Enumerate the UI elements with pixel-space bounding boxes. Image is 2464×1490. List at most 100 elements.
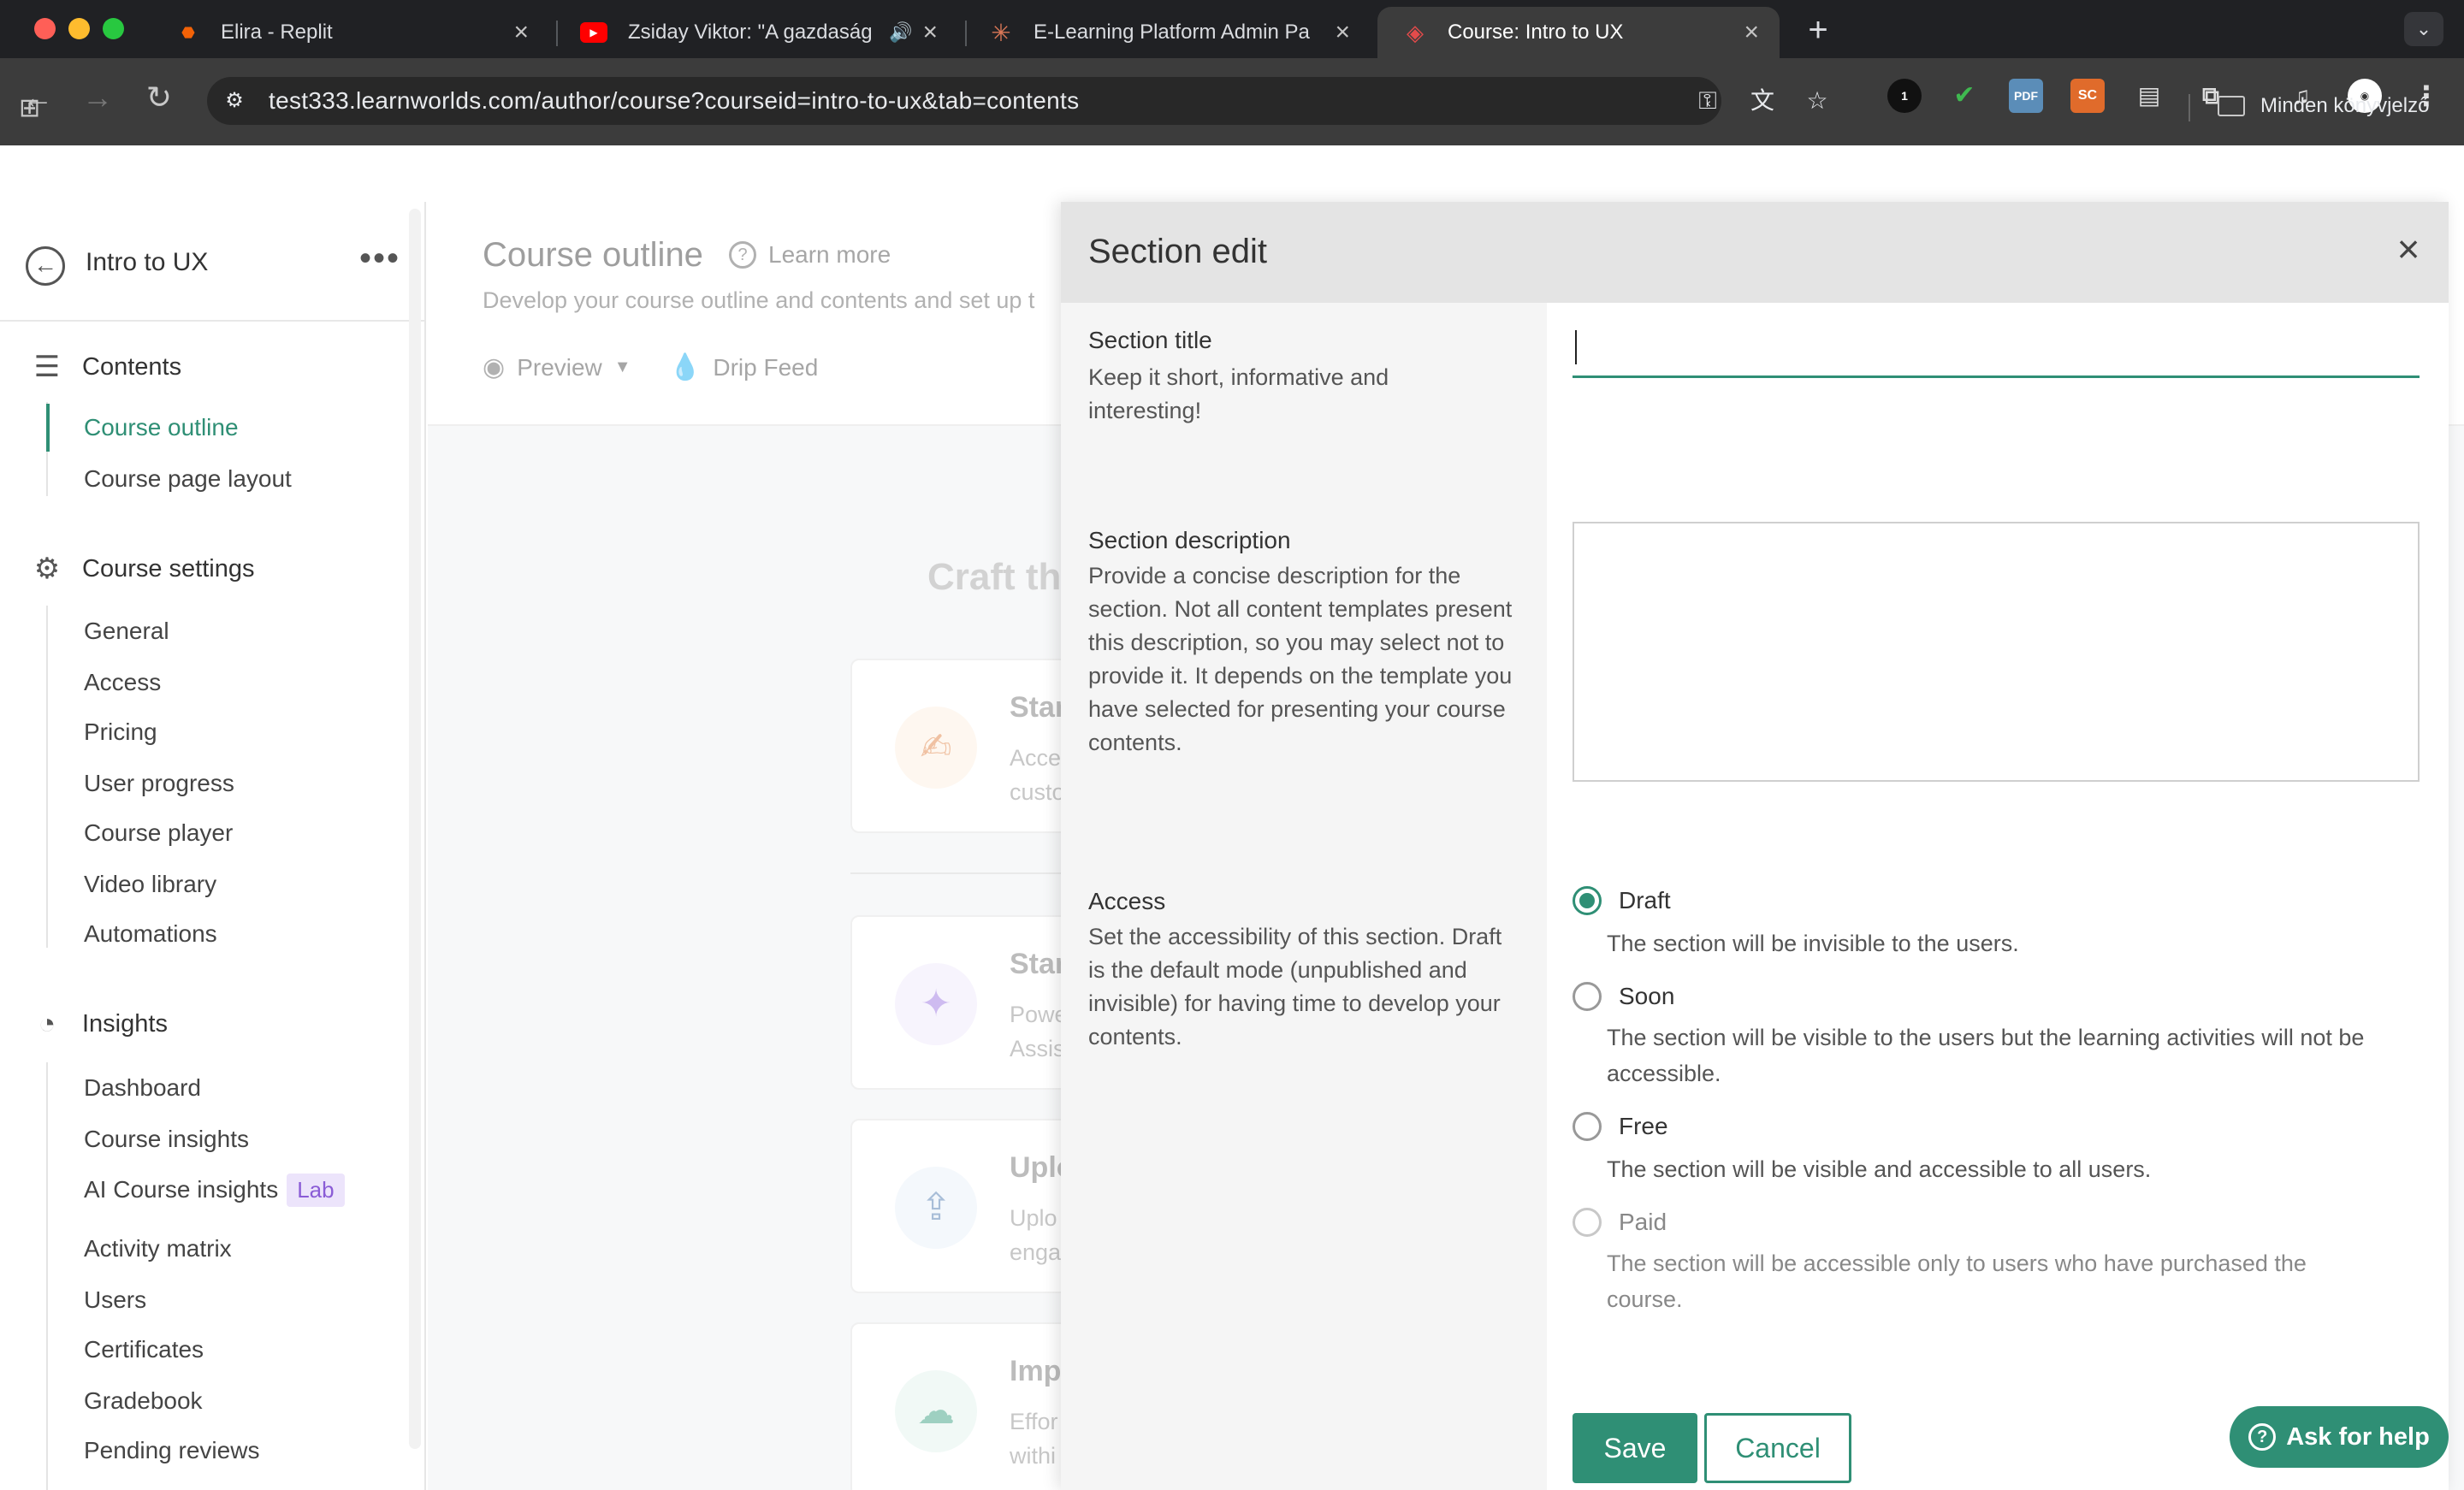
new-tab-button[interactable]: + — [1797, 10, 1839, 53]
save-button[interactable]: Save — [1573, 1413, 1697, 1483]
sidebar-item-label: AI Course insights — [84, 1176, 279, 1203]
radio-unchecked-icon[interactable] — [1573, 982, 1602, 1011]
access-option-paid[interactable]: Paid — [1573, 1208, 1667, 1237]
browser-toolbar: ← → ↻ ⚙ test333.learnworlds.com/author/c… — [0, 58, 2464, 145]
section-title-help: Keep it short, informative and interesti… — [1088, 364, 1389, 423]
audio-playing-icon[interactable]: 🔊 — [889, 21, 912, 44]
tab-title: Course: Intro to UX — [1448, 21, 1624, 44]
learnworlds-app: ← Intro to UX ••• ☰ Contents Course outl… — [0, 202, 2464, 1490]
sidebar-item-dashboard[interactable]: Dashboard — [84, 1074, 201, 1102]
address-bar[interactable]: ⚙ test333.learnworlds.com/author/course?… — [207, 77, 1828, 125]
sidebar-group-insights[interactable]: ◔ Insights — [29, 1002, 168, 1045]
tab-close-icon[interactable]: × — [1744, 18, 1759, 47]
panel-header: Section edit × — [1061, 202, 2449, 303]
radio-label: Free — [1619, 1113, 1668, 1139]
section-description-help: Provide a concise description for the se… — [1088, 563, 1513, 755]
tab-close-icon[interactable]: × — [513, 18, 529, 47]
password-key-icon[interactable]: ⚿ — [1692, 86, 1723, 116]
replit-favicon-icon: ⬣ — [181, 23, 195, 41]
sidebar-item-course-player[interactable]: Course player — [84, 819, 233, 847]
more-options-icon[interactable]: ••• — [359, 239, 400, 278]
browser-tab-active[interactable]: ◈ Course: Intro to UX × — [1377, 7, 1780, 58]
contents-list-icon: ☰ — [33, 351, 61, 383]
forward-arrow-icon[interactable]: → — [80, 80, 115, 115]
access-option-free[interactable]: Free — [1573, 1112, 1668, 1141]
browser-tab[interactable]: ⬣ Elira - Replit × — [151, 7, 549, 58]
bookmark-separator — [2189, 94, 2190, 121]
apps-grid-icon[interactable]: ⊞ — [19, 94, 48, 123]
sidebar-item-course-page-layout[interactable]: Course page layout — [84, 465, 292, 493]
sidebar-group-label: Course settings — [82, 554, 255, 582]
sidebar-item-user-progress[interactable]: User progress — [84, 770, 234, 797]
site-settings-icon[interactable]: ⚙ — [219, 86, 250, 116]
access-option-soon[interactable]: Soon — [1573, 982, 1674, 1011]
access-help: Set the accessibility of this section. D… — [1088, 924, 1502, 1050]
pdf-extension-icon[interactable]: PDF — [2009, 79, 2043, 113]
back-circle-icon[interactable]: ← — [26, 246, 65, 286]
radio-label: Paid — [1619, 1209, 1667, 1235]
close-icon[interactable]: × — [2389, 229, 2428, 269]
section-title-input[interactable] — [1573, 327, 2420, 378]
text-caret — [1575, 330, 1577, 364]
window-minimize-button[interactable] — [68, 18, 90, 39]
panel-title: Section edit — [1088, 233, 1268, 270]
section-description-textarea[interactable] — [1573, 522, 2420, 782]
sidebar-item-automations[interactable]: Automations — [84, 920, 217, 948]
sidebar-item-course-outline[interactable]: Course outline — [84, 414, 239, 441]
window-zoom-button[interactable] — [103, 18, 124, 39]
sidebar-group-course-settings[interactable]: ⚙ Course settings — [29, 547, 255, 590]
sidebar-item-pending-reviews[interactable]: Pending reviews — [84, 1437, 259, 1464]
sidebar-item-general[interactable]: General — [84, 618, 169, 645]
sidebar-item-course-insights[interactable]: Course insights — [84, 1126, 249, 1153]
extension-badge-icon[interactable]: 1 — [1887, 79, 1922, 113]
radio-checked-icon[interactable] — [1573, 886, 1602, 915]
sidebar-item-certificates[interactable]: Certificates — [84, 1336, 204, 1363]
reload-icon[interactable]: ↻ — [142, 80, 176, 115]
sidebar-item-video-library[interactable]: Video library — [84, 871, 216, 898]
tab-title: E-Learning Platform Admin Pa — [1034, 21, 1310, 44]
window-close-button[interactable] — [34, 18, 56, 39]
cancel-button[interactable]: Cancel — [1704, 1413, 1851, 1483]
tab-search-button[interactable]: ⌄ — [2404, 12, 2443, 46]
sidebar-item-gradebook[interactable]: Gradebook — [84, 1387, 203, 1415]
sidebar-item-access[interactable]: Access — [84, 669, 161, 696]
tab-close-icon[interactable]: × — [1335, 18, 1350, 47]
browser-tab-bar: ⬣ Elira - Replit × ▶ Zsiday Viktor: "A g… — [0, 0, 2464, 58]
bookmark-star-icon[interactable]: ☆ — [1802, 86, 1833, 116]
browser-tab[interactable]: ✳ E-Learning Platform Admin Pa × — [963, 7, 1371, 58]
tab-title: Elira - Replit — [221, 21, 333, 44]
sidebar-scrollbar[interactable] — [409, 209, 421, 1449]
translate-icon[interactable]: 文 — [1747, 86, 1778, 116]
access-option-draft[interactable]: Draft — [1573, 886, 1671, 915]
sidebar-item-ai-course-insights[interactable]: AI Course insights Lab — [84, 1174, 345, 1207]
url-text[interactable]: test333.learnworlds.com/author/course?co… — [269, 87, 1079, 115]
help-circle-icon: ? — [2248, 1423, 2277, 1451]
section-title-label: Section title — [1088, 327, 1212, 353]
radio-label: Soon — [1619, 983, 1675, 1009]
radio-label: Draft — [1619, 887, 1671, 914]
checkmark-extension-icon[interactable]: ✔ — [1947, 79, 1981, 113]
active-indicator — [46, 404, 50, 452]
sidebar-rail — [46, 1062, 48, 1490]
section-edit-panel: Section edit × Section title Keep it sho… — [1061, 202, 2449, 1490]
access-option-help: The section will be visible and accessib… — [1607, 1156, 2152, 1182]
browser-tab[interactable]: ▶ Zsiday Viktor: "A gazdaság 🔊 × — [554, 7, 958, 58]
youtube-favicon-icon: ▶ — [580, 22, 607, 43]
ask-for-help-button[interactable]: ? Ask for help — [2230, 1406, 2449, 1468]
sidebar-group-label: Contents — [82, 352, 182, 381]
radio-disabled-icon[interactable] — [1573, 1208, 1602, 1237]
all-bookmarks-label: Minden könyvjelző — [2260, 94, 2430, 117]
sidebar-group-contents[interactable]: ☰ Contents — [29, 346, 181, 388]
document-extension-icon[interactable]: ▤ — [2132, 79, 2166, 113]
course-sidebar: ← Intro to UX ••• ☰ Contents Course outl… — [0, 202, 426, 1490]
sidebar-item-pricing[interactable]: Pricing — [84, 718, 157, 746]
pie-chart-icon: ◔ — [38, 1007, 56, 1040]
sidebar-item-activity-matrix[interactable]: Activity matrix — [84, 1235, 232, 1262]
radio-unchecked-icon[interactable] — [1573, 1112, 1602, 1141]
tab-title: Zsiday Viktor: "A gazdaság — [628, 21, 873, 44]
sc-extension-icon[interactable]: SC — [2070, 79, 2105, 113]
all-bookmarks-button[interactable]: Minden könyvjelző — [2218, 94, 2429, 118]
tab-close-icon[interactable]: × — [922, 18, 938, 47]
sidebar-item-users[interactable]: Users — [84, 1286, 146, 1314]
sidebar-group-label: Insights — [82, 1009, 168, 1038]
